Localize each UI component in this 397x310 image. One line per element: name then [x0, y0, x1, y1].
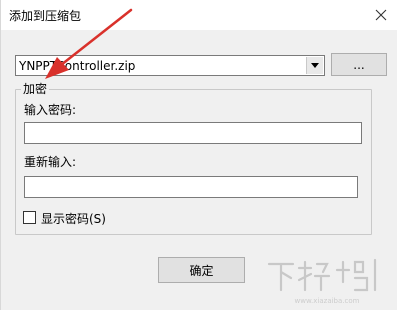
close-icon — [375, 9, 387, 21]
archive-name-combobox[interactable]: YNPPTController.zip — [15, 55, 325, 76]
reenter-password-label: 重新输入: — [24, 155, 77, 169]
archive-name-value[interactable]: YNPPTController.zip — [19, 59, 135, 73]
show-password-checkbox[interactable] — [23, 211, 36, 224]
browse-button[interactable]: ... — [331, 53, 387, 76]
chevron-down-icon — [311, 63, 319, 68]
password-label: 输入密码: — [24, 103, 77, 117]
title-bar: 添加到压缩包 — [1, 0, 397, 30]
dropdown-button[interactable] — [306, 57, 323, 74]
window-title: 添加到压缩包 — [9, 9, 82, 23]
reenter-password-input[interactable] — [24, 176, 358, 198]
add-to-archive-dialog: 添加到压缩包 YNPPTController.zip ... 加密 输入密码: … — [0, 0, 397, 310]
show-password-label[interactable]: 显示密码(S) — [41, 210, 106, 227]
password-input[interactable] — [24, 122, 362, 144]
encryption-group-label: 加密 — [21, 80, 50, 97]
ok-button[interactable]: 确定 — [158, 257, 245, 283]
close-button[interactable] — [364, 0, 397, 30]
